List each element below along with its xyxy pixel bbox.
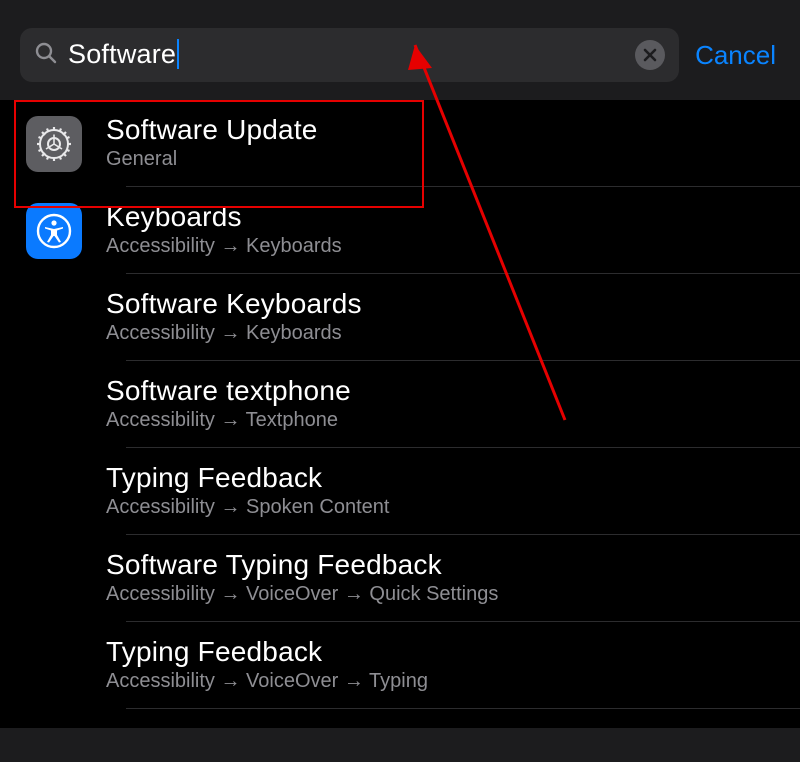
result-breadcrumb: Accessibility → Textphone bbox=[106, 409, 800, 432]
result-breadcrumb: Accessibility → Keyboards bbox=[106, 235, 800, 258]
result-row[interactable]: Software Keyboards Accessibility → Keybo… bbox=[0, 274, 800, 361]
cancel-button[interactable]: Cancel bbox=[695, 40, 780, 71]
clear-search-button[interactable] bbox=[635, 40, 665, 70]
search-bar: Software Cancel bbox=[0, 0, 800, 100]
accessibility-icon bbox=[26, 203, 82, 259]
search-icon bbox=[34, 41, 58, 70]
gear-icon bbox=[26, 116, 82, 172]
result-breadcrumb: Accessibility → VoiceOver → Typing bbox=[106, 670, 800, 693]
result-title: Keyboards bbox=[106, 201, 800, 233]
result-row[interactable]: Software textphone Accessibility → Textp… bbox=[0, 361, 800, 448]
result-title: Typing Feedback bbox=[106, 636, 800, 668]
result-breadcrumb: Accessibility → Keyboards bbox=[106, 322, 800, 345]
result-row[interactable]: Software Typing Feedback Accessibility →… bbox=[0, 535, 800, 622]
x-icon bbox=[642, 47, 658, 63]
bottom-bar bbox=[0, 728, 800, 762]
search-results: Software Update General Keyboards Access… bbox=[0, 100, 800, 709]
result-row[interactable]: Typing Feedback Accessibility → Spoken C… bbox=[0, 448, 800, 535]
result-title: Software Update bbox=[106, 114, 800, 146]
search-field[interactable]: Software bbox=[20, 28, 679, 82]
result-title: Software Typing Feedback bbox=[106, 549, 800, 581]
result-row[interactable]: Typing Feedback Accessibility → VoiceOve… bbox=[0, 622, 800, 709]
result-breadcrumb: Accessibility → VoiceOver → Quick Settin… bbox=[106, 583, 800, 606]
text-cursor bbox=[177, 39, 179, 69]
result-breadcrumb: Accessibility → Spoken Content bbox=[106, 496, 800, 519]
result-row[interactable]: Keyboards Accessibility → Keyboards bbox=[0, 187, 800, 274]
result-title: Typing Feedback bbox=[106, 462, 800, 494]
result-title: Software textphone bbox=[106, 375, 800, 407]
result-title: Software Keyboards bbox=[106, 288, 800, 320]
result-breadcrumb: General bbox=[106, 148, 800, 171]
result-row[interactable]: Software Update General bbox=[0, 100, 800, 187]
search-input[interactable]: Software bbox=[68, 39, 635, 71]
